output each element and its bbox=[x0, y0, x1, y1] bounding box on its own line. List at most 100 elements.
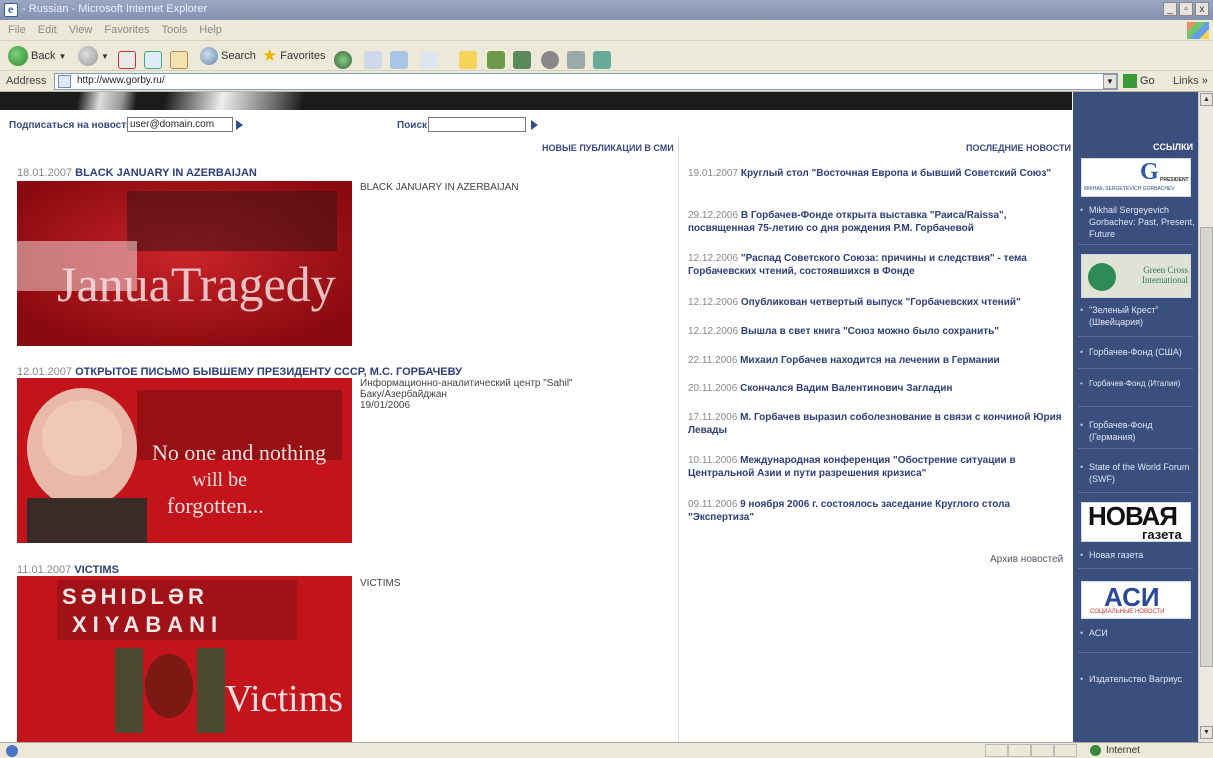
menu-help[interactable]: Help bbox=[199, 24, 222, 36]
news-item[interactable]: 29.12.2006 В Горбачев-Фонде открыта выст… bbox=[688, 209, 1068, 235]
publication-title-link[interactable]: BLACK JANUARY IN AZERBAIJAN bbox=[75, 167, 257, 179]
site-search-input[interactable] bbox=[428, 117, 526, 132]
news-item[interactable]: 12.12.2006 "Распад Советского Союза: при… bbox=[688, 252, 1068, 278]
close-button[interactable]: x bbox=[1195, 2, 1209, 16]
folder-icon[interactable] bbox=[459, 51, 477, 69]
back-button[interactable]: Back ▼ bbox=[8, 45, 66, 67]
link-swf[interactable]: State of the World Forum (SWF) bbox=[1080, 461, 1196, 485]
news-title-link[interactable]: Международная конференция "Обострение си… bbox=[688, 455, 1016, 479]
green-cross-text: Green Cross International bbox=[1142, 265, 1188, 285]
subscribe-submit-icon[interactable] bbox=[236, 120, 243, 130]
gorbachev-logo[interactable]: G PRESIDENT MIKHAIL SERGEYEVICH GORBACHE… bbox=[1081, 158, 1191, 197]
links-sidebar: ССЫЛКИ G PRESIDENT MIKHAIL SERGEYEVICH G… bbox=[1073, 92, 1198, 742]
news-title-link[interactable]: "Распад Советского Союза: причины и след… bbox=[688, 253, 1027, 277]
image-overlay-text: XIYABANI bbox=[72, 612, 223, 637]
news-item[interactable]: 17.11.2006 М. Горбачев выразил соболезно… bbox=[688, 411, 1068, 437]
publication-description: BLACK JANUARY IN AZERBAIJAN bbox=[360, 182, 519, 193]
extra-icon[interactable] bbox=[593, 51, 611, 69]
mail-icon[interactable] bbox=[364, 51, 382, 69]
news-item[interactable]: 22.11.2006 Михаил Горбачев находится на … bbox=[688, 354, 1068, 367]
menu-favorites[interactable]: Favorites bbox=[104, 24, 149, 36]
scroll-up-icon[interactable]: ▲ bbox=[1200, 93, 1213, 106]
link-novaya-gazeta[interactable]: Новая газета bbox=[1080, 549, 1196, 561]
publication-date: 11.01.2007 bbox=[17, 564, 72, 576]
minimize-button[interactable]: _ bbox=[1163, 2, 1177, 16]
stop-icon[interactable] bbox=[118, 51, 136, 69]
news-item[interactable]: 19.01.2007 Круглый стол "Восточная Европ… bbox=[688, 167, 1068, 180]
news-title-link[interactable]: Михаил Горбачев находится на лечении в Г… bbox=[740, 355, 1000, 366]
publication-title-link[interactable]: ОТКРЫТОЕ ПИСЬМО БЫВШЕМУ ПРЕЗИДЕНТУ СССР,… bbox=[75, 366, 462, 378]
forward-button[interactable]: ▼ bbox=[78, 45, 109, 67]
publication-image[interactable]: No one and nothing will be forgotten... bbox=[17, 378, 352, 543]
news-title-link[interactable]: М. Горбачев выразил соболезнование в свя… bbox=[688, 412, 1062, 436]
link-divider bbox=[1078, 368, 1193, 369]
tools-icon[interactable] bbox=[567, 51, 585, 69]
news-title-link[interactable]: Вышла в свет книга "Союз можно было сохр… bbox=[741, 326, 999, 337]
back-dropdown-icon[interactable]: ▼ bbox=[58, 52, 66, 61]
status-cells bbox=[985, 744, 1077, 757]
maximize-button[interactable]: ▫ bbox=[1179, 2, 1193, 16]
edit-icon[interactable] bbox=[420, 51, 438, 69]
publication-title-link[interactable]: VICTIMS bbox=[74, 564, 119, 576]
publication-desc-line: BLACK JANUARY IN AZERBAIJAN bbox=[360, 182, 519, 193]
link-gorbachev-usa[interactable]: Горбачев-Фонд (США) bbox=[1080, 346, 1196, 358]
news-archive-link[interactable]: Архив новостей bbox=[990, 554, 1063, 565]
news-item[interactable]: 10.11.2006 Международная конференция "Об… bbox=[688, 454, 1068, 480]
page-status-icon bbox=[6, 745, 18, 757]
news-item[interactable]: 09.11.2006 9 ноября 2006 г. состоялось з… bbox=[688, 498, 1068, 524]
link-label: Горбачев-Фонд (США) bbox=[1089, 347, 1182, 357]
menu-edit[interactable]: Edit bbox=[38, 24, 57, 36]
research-icon[interactable] bbox=[541, 51, 559, 69]
gorbachev-logo-text: MIKHAIL SERGEYEVICH GORBACHEV bbox=[1084, 186, 1175, 192]
black-january-image: JanuaTragedy bbox=[17, 181, 352, 346]
news-item[interactable]: 12.12.2006 Опубликован четвертый выпуск … bbox=[688, 296, 1068, 309]
address-field[interactable]: http://www.gorby.ru/ bbox=[54, 73, 1118, 90]
asi-logo-subtext: СОЦИАЛЬНЫЕ НОВОСТИ bbox=[1090, 609, 1165, 615]
image-overlay-text: SƏHIDLƏR bbox=[62, 584, 208, 609]
home-icon[interactable] bbox=[170, 51, 188, 69]
scroll-thumb[interactable] bbox=[1200, 227, 1213, 667]
news-title-link[interactable]: Круглый стол "Восточная Европа и бывший … bbox=[741, 168, 1051, 179]
news-item[interactable]: 12.12.2006 Вышла в свет книга "Союз можн… bbox=[688, 325, 1068, 338]
publication-image[interactable]: SƏHIDLƏR XIYABANI Victims bbox=[17, 576, 352, 742]
asi-logo[interactable]: АСИ СОЦИАЛЬНЫЕ НОВОСТИ bbox=[1081, 581, 1191, 619]
refresh-icon[interactable] bbox=[144, 51, 162, 69]
menu-file[interactable]: File bbox=[8, 24, 26, 36]
scroll-down-icon[interactable]: ▼ bbox=[1200, 726, 1213, 739]
link-gorbachev-italy[interactable]: Горбачев-Фонд (Италия) bbox=[1080, 378, 1196, 390]
link-gorbachev-site[interactable]: Mikhail Sergeyevich Gorbachev: Past, Pre… bbox=[1080, 204, 1196, 240]
publication-image[interactable]: JanuaTragedy bbox=[17, 181, 352, 346]
link-vagrius[interactable]: Издательство Вагриус bbox=[1080, 673, 1196, 685]
news-date: 12.12.2006 bbox=[688, 253, 739, 264]
favorites-button[interactable]: ★ Favorites bbox=[262, 45, 326, 67]
news-title-link[interactable]: Опубликован четвертый выпуск "Горбачевск… bbox=[741, 297, 1021, 308]
link-asi[interactable]: АСИ bbox=[1080, 627, 1196, 639]
link-gorbachev-germany[interactable]: Горбачев-Фонд (Германия) bbox=[1080, 419, 1196, 443]
gorbachev-logo-letter: G bbox=[1140, 159, 1159, 185]
print-icon[interactable] bbox=[390, 51, 408, 69]
messenger-icon[interactable] bbox=[513, 51, 531, 69]
menu-view[interactable]: View bbox=[69, 24, 93, 36]
window-title: - Russian - Microsoft Internet Explorer bbox=[22, 3, 208, 15]
address-dropdown-icon[interactable]: ▼ bbox=[1103, 74, 1117, 89]
menu-tools[interactable]: Tools bbox=[162, 24, 188, 36]
news-title-link[interactable]: Скончался Вадим Валентинович Загладин bbox=[740, 383, 952, 394]
link-divider bbox=[1078, 652, 1193, 653]
link-green-cross[interactable]: "Зеленый Крест" (Швейцария) bbox=[1080, 304, 1196, 328]
vertical-scrollbar[interactable]: ▲ ▼ bbox=[1198, 92, 1213, 742]
news-item[interactable]: 20.11.2006 Скончался Вадим Валентинович … bbox=[688, 382, 1068, 395]
links-toolbar[interactable]: Links » bbox=[1173, 75, 1208, 87]
forward-dropdown-icon[interactable]: ▼ bbox=[101, 52, 109, 61]
green-cross-logo[interactable]: Green Cross International bbox=[1081, 254, 1191, 298]
discuss-icon[interactable] bbox=[487, 51, 505, 69]
subscribe-email-input[interactable] bbox=[127, 117, 233, 132]
history-icon[interactable] bbox=[334, 51, 352, 69]
image-overlay-text: Victims bbox=[225, 678, 343, 720]
search-button[interactable]: Search bbox=[200, 45, 256, 67]
search-submit-icon[interactable] bbox=[531, 120, 538, 130]
news-title-link[interactable]: 9 ноября 2006 г. состоялось заседание Кр… bbox=[688, 499, 1010, 523]
novaya-gazeta-logo[interactable]: НОВАЯ газета bbox=[1081, 501, 1191, 542]
link-label: Издательство Вагриус bbox=[1089, 674, 1183, 684]
go-button[interactable]: Go bbox=[1123, 74, 1155, 88]
go-arrow-icon bbox=[1123, 74, 1137, 88]
